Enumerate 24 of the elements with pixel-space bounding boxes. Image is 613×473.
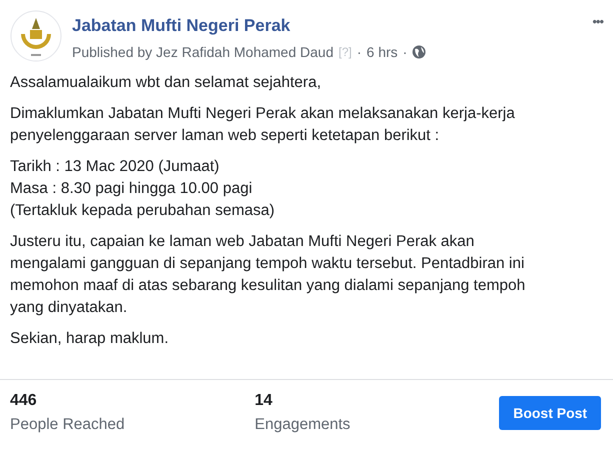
post-text-line: mengalami gangguan di sepanjang tempoh waktu tersebut. Pentadbiran ini: [10, 254, 526, 274]
page-name[interactable]: Jabatan Mufti Negeri Perak: [72, 16, 582, 36]
post-text-line: Masa : 8.30 pagi hingga 10.00 pagi: [10, 179, 254, 199]
post-text-line: memohon maaf di atas sebarang kesulitan yang dialami sepanjang tempoh: [10, 276, 526, 296]
post-text-line: Justeru itu, capaian ke laman web Jabatan Mufti Negeri Perak akan: [10, 232, 476, 252]
stat-label: Engagements: [254, 416, 352, 434]
stat-value: 446: [10, 392, 38, 410]
post-time[interactable]: 6 hrs: [366, 44, 398, 60]
post-text-line: (Tertakluk kepada perubahan semasa): [10, 201, 276, 221]
separator-dot: ·: [356, 44, 362, 60]
stat-label: People Reached: [10, 416, 126, 434]
post-text-line: Sekian, harap maklum.: [10, 329, 170, 349]
more-options-button[interactable]: •••: [592, 10, 603, 29]
separator-dot: ·: [402, 44, 408, 60]
post-text-line: Tarikh : 13 Mac 2020 (Jumaat): [10, 157, 220, 177]
boost-post-button[interactable]: Boost Post: [499, 396, 602, 430]
post-text-line: Assalamualaikum wbt dan selamat sejahtera,: [10, 73, 322, 93]
stat-value: 14: [254, 392, 274, 410]
post-text-line: penyelenggaraan server laman web seperti ketetapan berikut :: [10, 126, 440, 146]
post-text-line: Dimaklumkan Jabatan Mufti Negeri Perak akan melaksanakan kerja-kerja: [10, 104, 516, 124]
publisher-text: Published by Jez Rafidah Mohamed Daud: [72, 44, 334, 60]
logo-icon: [10, 10, 62, 62]
post-text-line: yang dinyatakan.: [10, 298, 128, 318]
globe-icon: [412, 45, 426, 59]
